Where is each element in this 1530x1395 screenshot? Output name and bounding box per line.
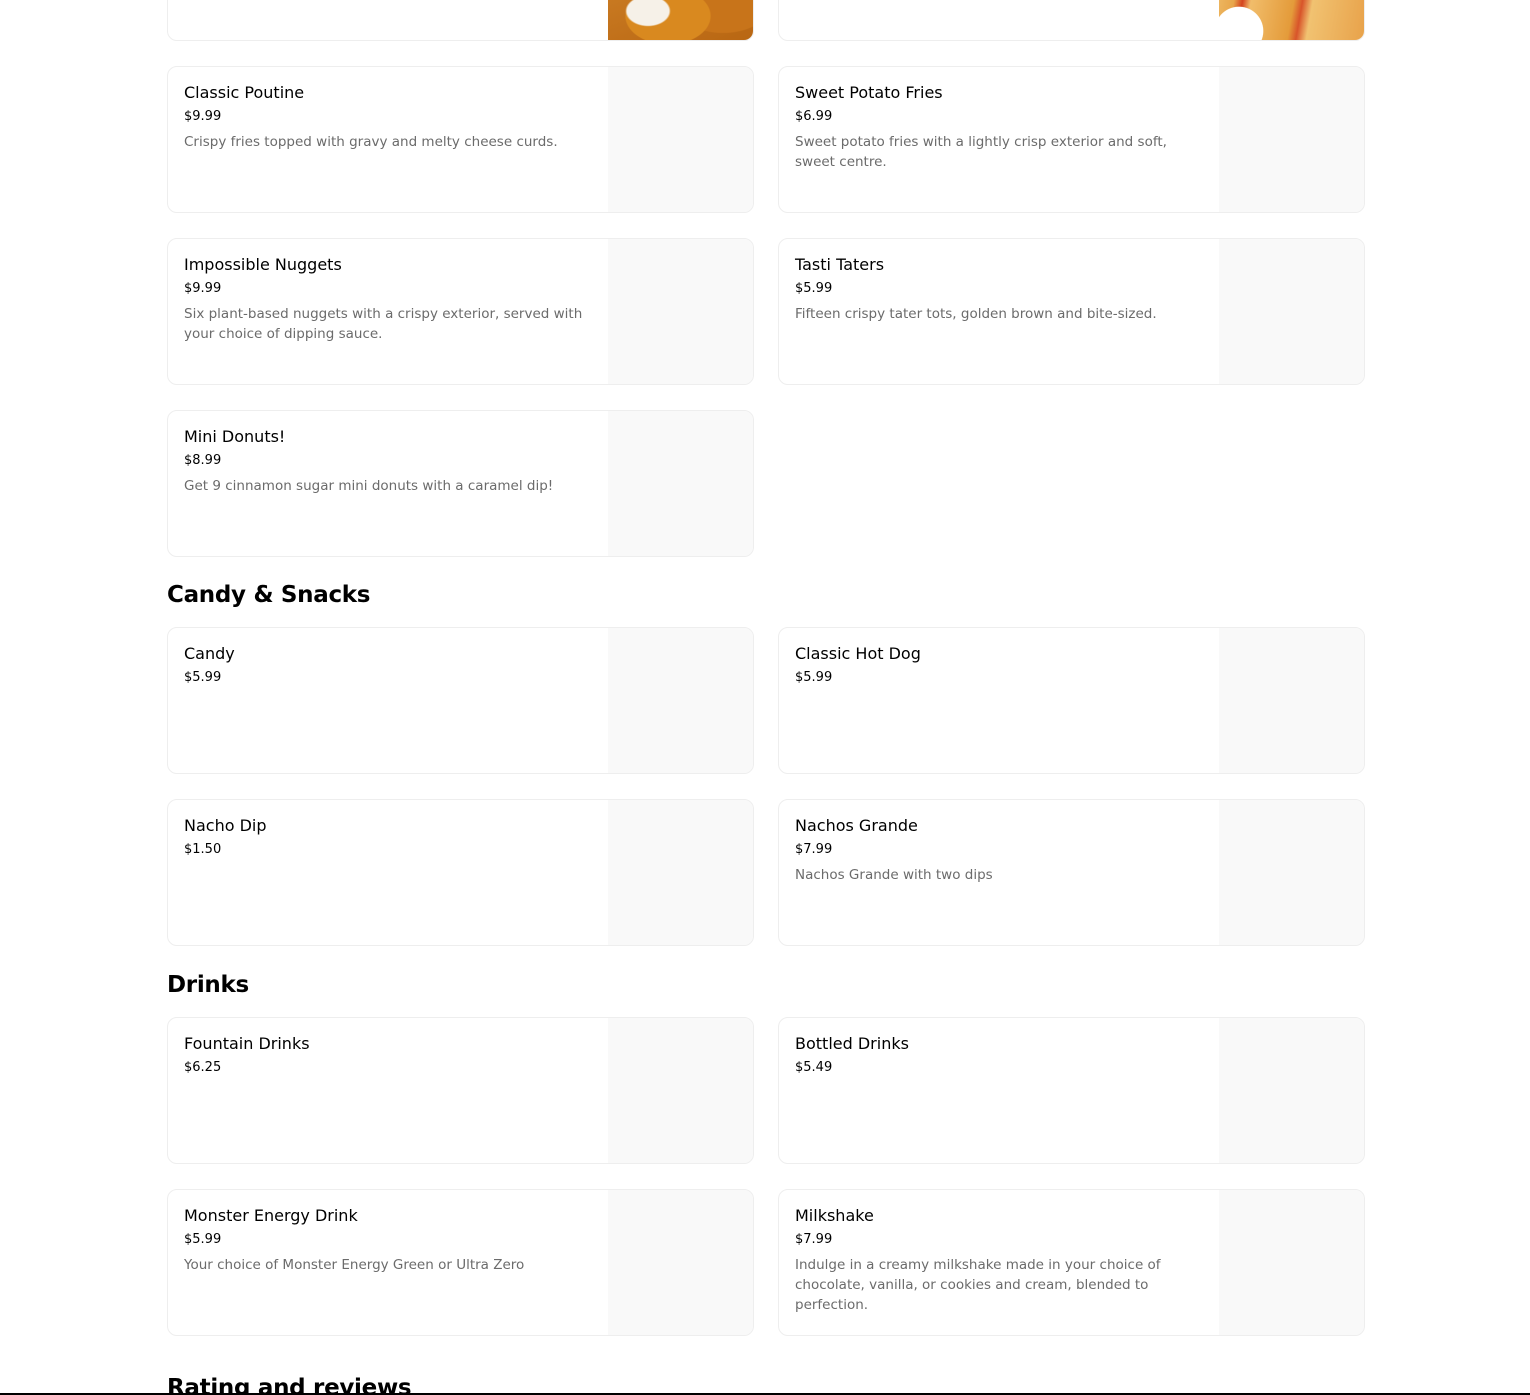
- menu-item-price: $9.99: [184, 281, 222, 296]
- menu-item-image-placeholder: [608, 411, 753, 556]
- menu-item-name: Nacho Dip: [184, 816, 267, 835]
- menu-item-price: $6.99: [795, 109, 833, 124]
- menu-item-image-placeholder: [1219, 67, 1364, 212]
- menu-item-name: Bottled Drinks: [795, 1034, 909, 1053]
- menu-item-image-placeholder: [1219, 1018, 1364, 1163]
- menu-item-price: $7.99: [795, 1232, 833, 1247]
- menu-item-card[interactable]: Monster Energy Drink $5.99 Your choice o…: [167, 1189, 754, 1336]
- menu-item-name: Classic Poutine: [184, 83, 305, 102]
- menu-item-card[interactable]: Mini Donuts! $8.99 Get 9 cinnamon sugar …: [167, 410, 754, 557]
- menu-item-description: Your choice of Monster Energy Green or U…: [184, 1257, 525, 1273]
- section-title-candy-snacks: Candy & Snacks: [167, 582, 371, 608]
- menu-item-price: $5.99: [184, 670, 222, 685]
- menu-item-card[interactable]: Impossible Nuggets $9.99 Six plant-based…: [167, 238, 754, 385]
- menu-item-name: Monster Energy Drink: [184, 1206, 358, 1225]
- menu-item-image-placeholder: [1219, 1190, 1364, 1335]
- menu-item-image-placeholder: [608, 800, 753, 945]
- section-title-drinks: Drinks: [167, 972, 249, 998]
- menu-item-price: $5.99: [184, 1232, 222, 1247]
- menu-item-name: Sweet Potato Fries: [795, 83, 943, 102]
- menu-item-image-placeholder: [608, 1018, 753, 1163]
- menu-page: Classic Poutine $9.99 Crispy fries toppe…: [0, 0, 1530, 1395]
- menu-item-card[interactable]: Fountain Drinks $6.25: [167, 1017, 754, 1164]
- menu-item-price: $9.99: [184, 109, 222, 124]
- menu-item-photo: [608, 0, 753, 40]
- menu-item-image-placeholder: [608, 239, 753, 384]
- section-title-rating-reviews: Rating and reviews: [167, 1375, 412, 1395]
- menu-item-photo: [1219, 0, 1364, 40]
- menu-item-name: Classic Hot Dog: [795, 644, 921, 663]
- menu-section-sides: Classic Poutine $9.99 Crispy fries toppe…: [167, 66, 1365, 557]
- menu-item-price: $1.50: [184, 842, 222, 857]
- menu-item-name: Nachos Grande: [795, 816, 918, 835]
- menu-item-card-partial[interactable]: [778, 0, 1365, 41]
- menu-item-image-placeholder: [608, 67, 753, 212]
- menu-item-card[interactable]: Tasti Taters $5.99 Fifteen crispy tater …: [778, 238, 1365, 385]
- menu-item-name: Tasti Taters: [795, 255, 885, 274]
- menu-item-card-partial[interactable]: [167, 0, 754, 41]
- menu-item-name: Impossible Nuggets: [184, 255, 342, 274]
- menu-item-name: Candy: [184, 644, 235, 663]
- menu-item-card[interactable]: Classic Hot Dog $5.99: [778, 627, 1365, 774]
- menu-item-description: Sweet potato fries with a lightly crisp …: [795, 134, 1167, 170]
- menu-item-card[interactable]: Milkshake $7.99 Indulge in a creamy milk…: [778, 1189, 1365, 1336]
- menu-item-price: $5.99: [795, 670, 833, 685]
- menu-item-price: $8.99: [184, 453, 222, 468]
- menu-item-price: $6.25: [184, 1060, 222, 1075]
- menu-item-description: Fifteen crispy tater tots, golden brown …: [795, 306, 1157, 322]
- menu-item-description: Crispy fries topped with gravy and melty…: [184, 134, 558, 150]
- menu-item-price: $5.99: [795, 281, 833, 296]
- menu-item-description: Six plant-based nuggets with a crispy ex…: [184, 306, 583, 342]
- menu-item-price: $5.49: [795, 1060, 833, 1075]
- menu-item-name: Fountain Drinks: [184, 1034, 310, 1053]
- menu-section-candy-snacks: Candy $5.99 Classic Hot Dog $5.99 Nacho …: [167, 627, 1365, 946]
- menu-item-description: Get 9 cinnamon sugar mini donuts with a …: [184, 478, 554, 494]
- menu-item-description: Indulge in a creamy milkshake made in yo…: [795, 1257, 1161, 1313]
- menu-item-image-placeholder: [1219, 628, 1364, 773]
- menu-item-card[interactable]: Nachos Grande $7.99 Nachos Grande with t…: [778, 799, 1365, 946]
- menu-section-drinks: Fountain Drinks $6.25 Bottled Drinks $5.…: [167, 1017, 1365, 1336]
- menu-item-card[interactable]: Sweet Potato Fries $6.99 Sweet potato fr…: [778, 66, 1365, 213]
- menu-item-card[interactable]: Candy $5.99: [167, 627, 754, 774]
- menu-item-description: Nachos Grande with two dips: [795, 867, 993, 883]
- menu-item-image-placeholder: [608, 1190, 753, 1335]
- menu-item-card[interactable]: Classic Poutine $9.99 Crispy fries toppe…: [167, 66, 754, 213]
- menu-item-image-placeholder: [608, 628, 753, 773]
- menu-item-image-placeholder: [1219, 800, 1364, 945]
- menu-item-card[interactable]: Nacho Dip $1.50: [167, 799, 754, 946]
- menu-item-image-placeholder: [1219, 239, 1364, 384]
- menu-item-name: Milkshake: [795, 1206, 874, 1225]
- menu-item-name: Mini Donuts!: [184, 427, 286, 446]
- menu-item-price: $7.99: [795, 842, 833, 857]
- menu-item-card[interactable]: Bottled Drinks $5.49: [778, 1017, 1365, 1164]
